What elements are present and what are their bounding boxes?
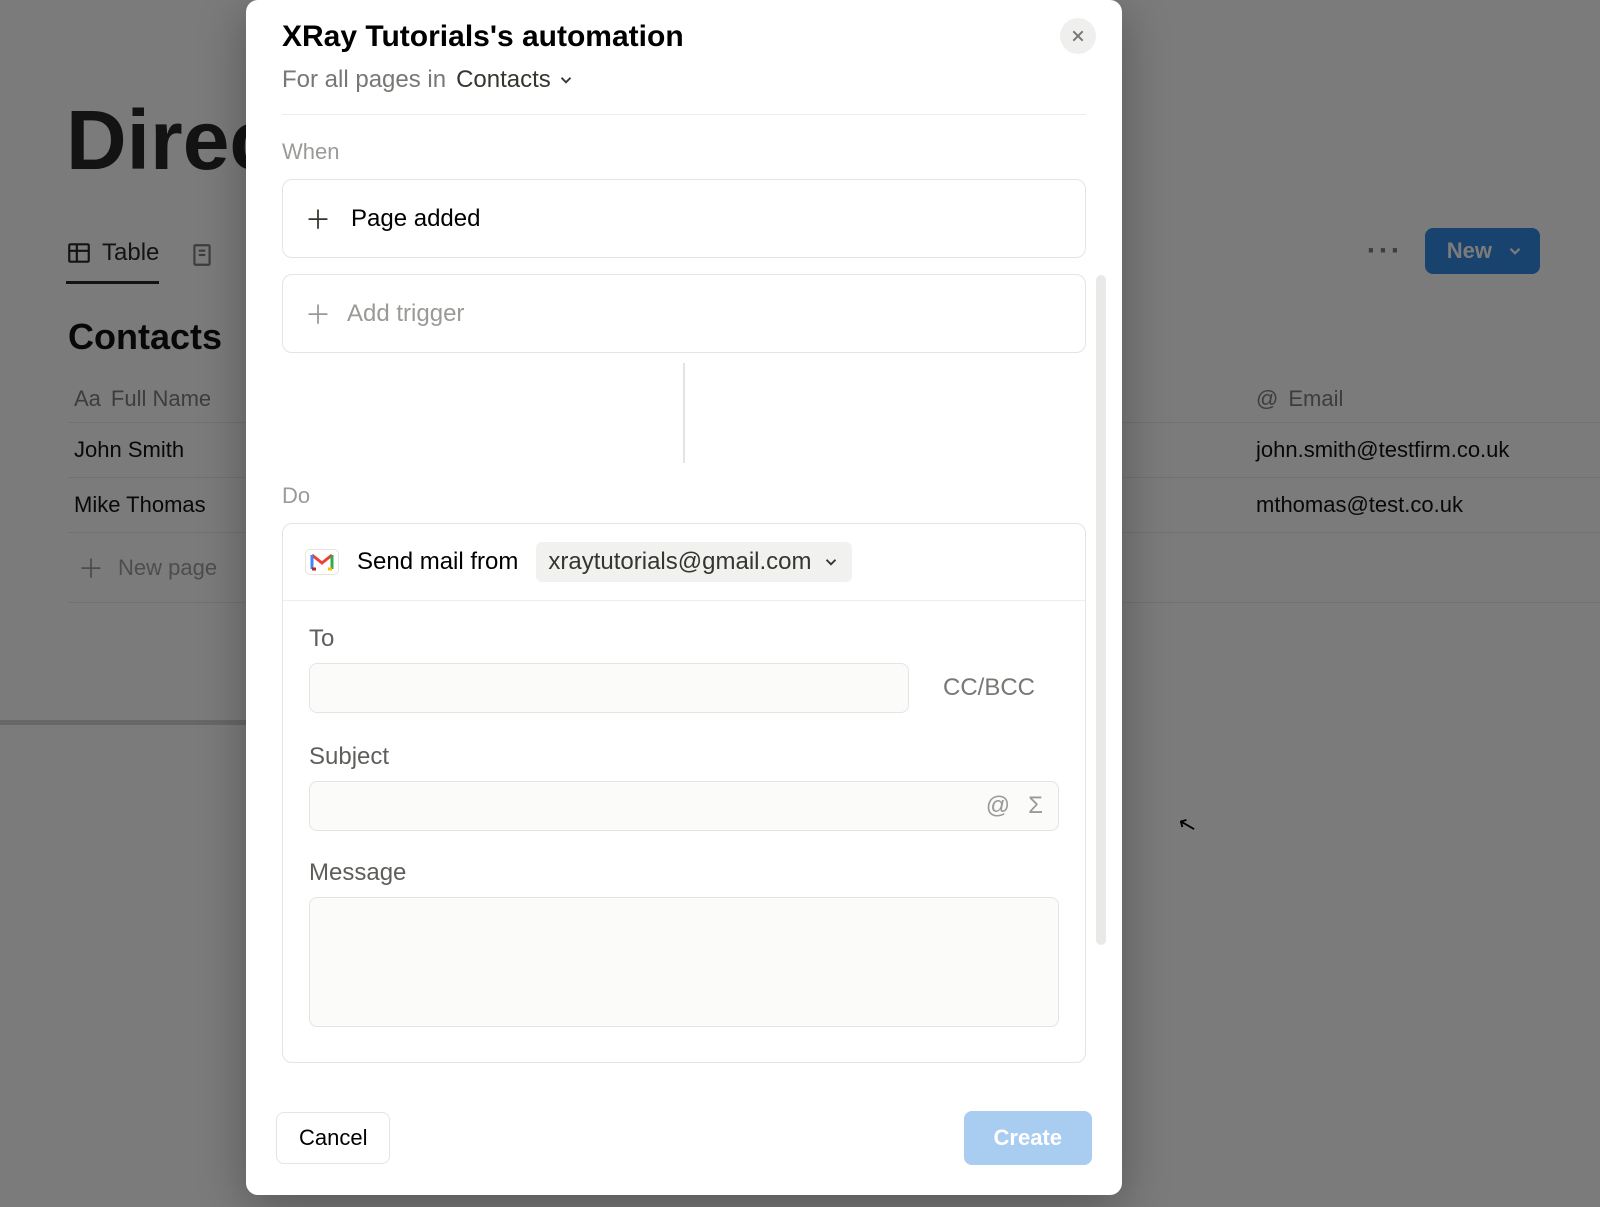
add-trigger-label: Add trigger: [347, 300, 464, 328]
subject-label: Subject: [309, 743, 1059, 771]
message-label: Message: [309, 859, 1059, 887]
from-email: xraytutorials@gmail.com: [548, 548, 811, 576]
to-input[interactable]: [309, 663, 909, 713]
close-icon: [1070, 28, 1086, 44]
automation-modal: XRay Tutorials's automation For all page…: [246, 0, 1122, 1195]
action-fields: To CC/BCC Subject @ Σ Message: [283, 601, 1085, 1062]
modal-subtitle: For all pages in Contacts: [282, 54, 1086, 115]
plus-icon: ＋: [305, 200, 331, 237]
cancel-button[interactable]: Cancel: [276, 1112, 390, 1164]
scrollbar[interactable]: [1096, 275, 1106, 945]
subject-input[interactable]: [309, 781, 1059, 831]
add-trigger-button[interactable]: ＋ Add trigger: [282, 274, 1086, 353]
when-label: When: [282, 139, 1086, 165]
trigger-page-added[interactable]: ＋ Page added: [282, 179, 1086, 258]
scope-select[interactable]: Contacts: [456, 66, 575, 94]
from-email-select[interactable]: xraytutorials@gmail.com: [536, 542, 851, 582]
chevron-down-icon: [557, 71, 575, 89]
modal-header: XRay Tutorials's automation For all page…: [246, 0, 1122, 115]
send-mail-label: Send mail from: [357, 548, 518, 576]
modal-body: When ＋ Page added ＋ Add trigger Do Send …: [246, 115, 1122, 1089]
to-label: To: [309, 625, 1059, 653]
scope-label: Contacts: [456, 66, 551, 94]
ccbcc-toggle[interactable]: CC/BCC: [943, 674, 1035, 702]
gmail-icon: [305, 549, 339, 575]
message-input[interactable]: [309, 897, 1059, 1027]
modal-footer: Cancel Create: [246, 1089, 1122, 1195]
create-button[interactable]: Create: [964, 1111, 1092, 1165]
plus-icon: ＋: [305, 295, 331, 332]
formula-icon[interactable]: Σ: [1028, 792, 1043, 820]
send-mail-action: Send mail from xraytutorials@gmail.com T…: [282, 523, 1086, 1063]
modal-title: XRay Tutorials's automation: [282, 14, 1086, 54]
do-label: Do: [282, 483, 1086, 509]
subtitle-prefix: For all pages in: [282, 66, 446, 94]
chevron-down-icon: [822, 553, 840, 571]
flow-connector: [683, 363, 685, 463]
trigger-label: Page added: [351, 205, 480, 233]
mention-icon[interactable]: @: [986, 792, 1010, 820]
action-header[interactable]: Send mail from xraytutorials@gmail.com: [283, 524, 1085, 601]
close-button[interactable]: [1060, 18, 1096, 54]
